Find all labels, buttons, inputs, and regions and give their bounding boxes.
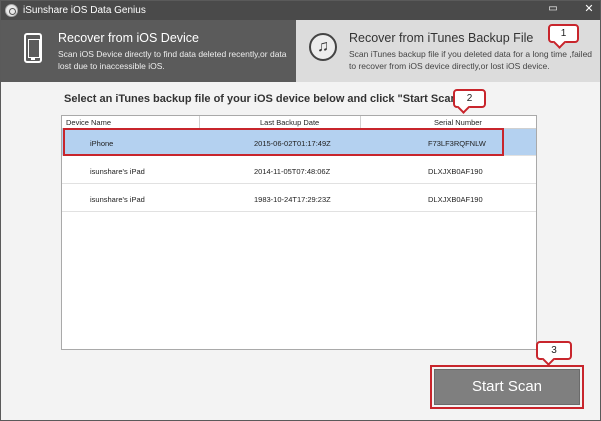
cell-backup-date: 1983-10-24T17:29:23Z (254, 195, 331, 204)
window-title: iSunshare iOS Data Genius (23, 5, 146, 16)
column-header-serial-number[interactable]: Serial Number (434, 118, 482, 127)
column-header-device-name[interactable]: Device Name (66, 118, 111, 127)
mode-description-itunes-backup: Scan iTunes backup file if you deleted d… (349, 49, 593, 71)
cell-serial-number: DLXJXB0AF190 (428, 167, 483, 176)
start-scan-button[interactable]: Start Scan (434, 369, 580, 405)
column-divider (360, 116, 361, 128)
cell-backup-date: 2014-11-05T07:48:06Z (254, 167, 331, 176)
callout-step-2: 2 (453, 89, 486, 108)
app-window: iSunshare iOS Data Genius ▭ ✕ Recover fr… (0, 0, 601, 421)
close-button[interactable]: ✕ (581, 2, 597, 16)
app-logo-icon (5, 4, 18, 17)
cell-serial-number: DLXJXB0AF190 (428, 195, 483, 204)
mode-description-ios-device: Scan iOS Device directly to find data de… (58, 49, 287, 71)
music-note-icon: ♫ (309, 33, 337, 61)
phone-icon (24, 33, 42, 63)
table-row[interactable]: isunshare's iPad 2014-11-05T07:48:06Z DL… (62, 157, 536, 184)
column-header-last-backup-date[interactable]: Last Backup Date (260, 118, 319, 127)
cell-device-name: isunshare's iPad (90, 195, 145, 204)
callout-step-1: 1 (548, 24, 579, 43)
column-divider (199, 116, 200, 128)
callout-step-3: 3 (536, 341, 572, 360)
mode-title-ios-device: Recover from iOS Device (58, 31, 200, 45)
mode-title-itunes-backup: Recover from iTunes Backup File (349, 31, 534, 45)
mode-tab-ios-device[interactable]: Recover from iOS Device Scan iOS Device … (1, 20, 296, 82)
table-row[interactable]: isunshare's iPad 1983-10-24T17:29:23Z DL… (62, 185, 536, 212)
title-bar: iSunshare iOS Data Genius ▭ ✕ (1, 1, 600, 20)
cell-device-name: isunshare's iPad (90, 167, 145, 176)
instruction-text: Select an iTunes backup file of your iOS… (64, 93, 466, 105)
minimize-button[interactable]: ▭ (545, 2, 561, 16)
selected-row-highlight (63, 128, 504, 156)
